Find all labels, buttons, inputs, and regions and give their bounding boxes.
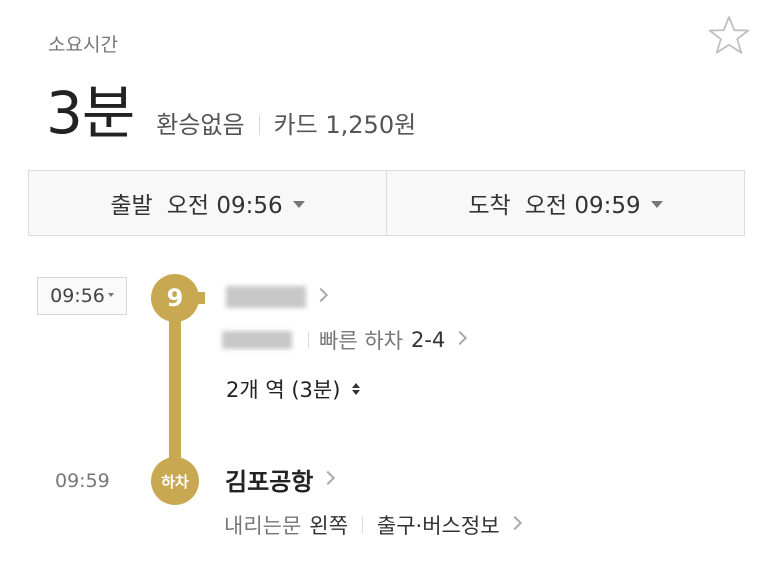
stops-info: 2개 역 (3분) [226,378,341,402]
chevron-right-icon [321,470,336,485]
total-duration: 3분 [46,79,135,147]
departure-time-dropdown[interactable]: 09:56 [37,277,127,315]
boarding-station-link[interactable] [226,282,329,312]
time-selector-bar: 출발 오전 09:56 도착 오전 09:59 [28,170,745,236]
caret-down-icon [107,293,114,297]
route-summary: 3분 환승없음 카드 1,250원 [46,66,416,150]
arrival-station-name: 김포공항 [225,468,314,496]
transfer-info: 환승없음 [156,111,245,139]
alight-badge-label: 하차 [161,472,189,491]
fast-exit-label: 빠른 하차 [319,329,403,353]
arrival-time: 09:59 [55,470,110,492]
line-badge: 9 [151,274,205,322]
exit-bus-info-link[interactable]: 출구·버스정보 [376,510,522,540]
chevron-right-icon [507,515,522,531]
departure-time-value: 오전 09:56 [166,193,283,219]
expand-toggle-icon [352,383,361,395]
caret-down-icon [650,200,663,208]
arrival-time-selector[interactable]: 도착 오전 09:59 [386,171,744,235]
chevron-right-icon [313,287,329,303]
fare-info: 카드 1,250원 [273,111,417,139]
departure-time-selector[interactable]: 출발 오전 09:56 [29,171,386,235]
exit-bus-info-label: 출구·버스정보 [376,514,500,538]
departure-time: 09:56 [50,285,105,307]
fast-exit-value: 2-4 [410,328,446,352]
redacted-station-name [226,286,306,308]
arrival-station-link[interactable]: 김포공항 [225,462,336,497]
row-divider [308,331,309,349]
exit-info-row: 내리는문 왼쪽 출구·버스정보 [224,510,522,540]
arrival-label: 도착 [468,193,511,219]
redacted-direction [222,331,292,349]
departure-label: 출발 [110,193,153,219]
star-icon[interactable] [707,14,751,58]
fast-exit-row: 빠른 하차 2-4 [222,325,468,355]
route-line [169,300,181,480]
row-divider [361,516,363,534]
chevron-right-icon[interactable] [453,330,468,346]
duration-header-label: 소요시간 [48,34,118,56]
summary-divider [258,115,260,135]
stops-toggle[interactable]: 2개 역 (3분) [226,374,361,404]
line-number: 9 [166,284,184,312]
door-label: 내리는문 [224,514,302,538]
door-side: 왼쪽 [309,514,348,538]
arrival-time-value: 오전 09:59 [524,193,641,219]
caret-down-icon [292,200,305,208]
alight-badge: 하차 [151,457,199,505]
